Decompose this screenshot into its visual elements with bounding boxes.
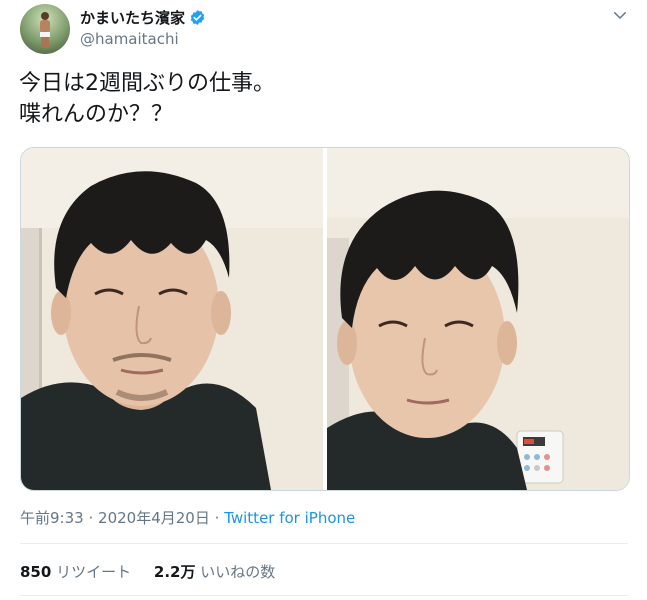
retweets-stat[interactable]: 850 リツイート (20, 563, 136, 581)
retweets-label: リツイート (56, 563, 132, 581)
author-handle[interactable]: @hamaitachi (80, 30, 179, 48)
author-name-row[interactable]: かまいたち濱家 (80, 7, 206, 28)
retweets-count: 850 (20, 563, 52, 581)
avatar[interactable] (20, 4, 70, 54)
meta-separator: · (88, 509, 94, 527)
tweet-text-line-2: 喋れんのか？？ (19, 102, 174, 127)
tweet-text: 今日は2週間ぶりの仕事。 喋れんのか？？ (19, 68, 629, 130)
avatar-figure (39, 12, 51, 48)
tweet-source-link[interactable]: Twitter for iPhone (224, 509, 355, 527)
verified-badge-icon (190, 10, 205, 25)
tweet-meta: 午前9:33 · 2020年4月20日 · Twitter for iPhone (20, 507, 355, 528)
divider (20, 595, 628, 596)
likes-label: いいねの数 (200, 563, 276, 581)
selfie-photo-2[interactable] (327, 148, 629, 490)
tweet-text-line-1: 今日は2週間ぶりの仕事。 (19, 71, 275, 96)
media-container (20, 147, 630, 491)
author-display-name[interactable]: かまいたち濱家 (80, 7, 185, 28)
tweet-stats: 850 リツイート 2.2万 いいねの数 (20, 561, 275, 582)
tweet-time[interactable]: 午前9:33 (20, 509, 84, 527)
chevron-down-icon[interactable] (611, 6, 629, 24)
likes-stat[interactable]: 2.2万 いいねの数 (154, 563, 275, 581)
meta-separator: · (214, 509, 220, 527)
divider (20, 543, 628, 544)
selfie-photo-1[interactable] (21, 148, 323, 490)
tweet-date[interactable]: 2020年4月20日 (98, 509, 210, 527)
likes-count: 2.2万 (153, 563, 196, 581)
